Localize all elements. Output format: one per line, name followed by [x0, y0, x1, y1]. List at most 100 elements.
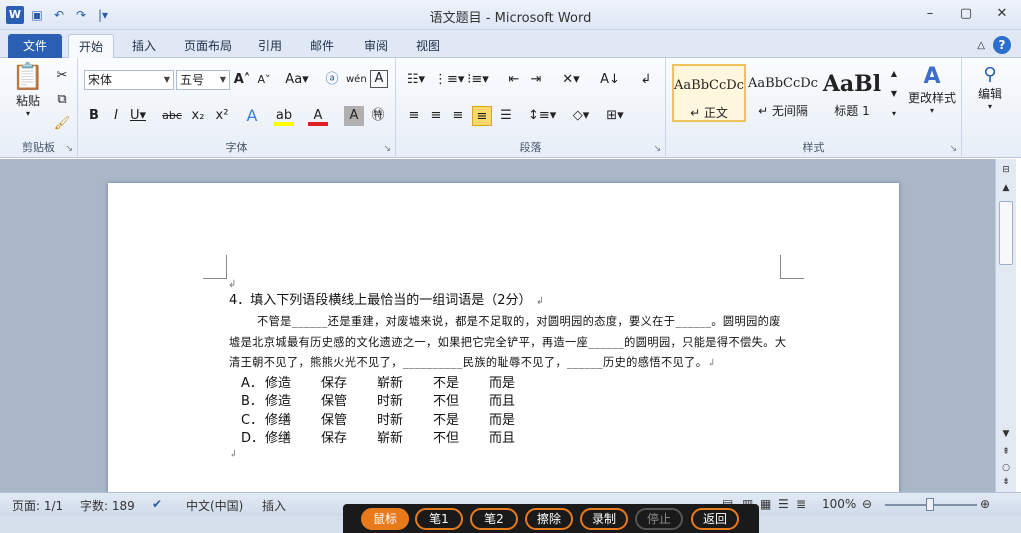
- minimize-button[interactable]: –: [919, 4, 941, 24]
- status-insert-mode[interactable]: 插入: [262, 497, 286, 514]
- font-launcher-icon[interactable]: ↘: [383, 144, 391, 154]
- clear-formatting-icon[interactable]: ⓐ: [322, 70, 342, 90]
- outline-view-icon[interactable]: ☰: [778, 497, 789, 511]
- tab-page-layout[interactable]: 页面布局: [174, 34, 242, 58]
- proofing-icon[interactable]: ✔: [152, 497, 162, 511]
- style-heading-1[interactable]: AaBl 标题 1: [818, 64, 886, 122]
- tab-file[interactable]: 文件: [8, 34, 62, 58]
- bold-icon[interactable]: B: [84, 106, 104, 126]
- styles-launcher-icon[interactable]: ↘: [949, 144, 957, 154]
- format-painter-icon[interactable]: 🖌: [52, 114, 72, 134]
- asian-layout-icon[interactable]: ✕▾: [558, 70, 584, 90]
- zoom-level[interactable]: 100%: [822, 497, 856, 511]
- record-button[interactable]: 录制: [580, 508, 628, 530]
- zoom-out-icon[interactable]: ⊖: [862, 497, 872, 511]
- cut-icon[interactable]: ✂: [52, 66, 72, 86]
- editing-button[interactable]: ⚲ 编辑 ▾: [968, 64, 1012, 111]
- grow-font-icon[interactable]: A˄: [232, 70, 252, 90]
- font-name-select[interactable]: 宋体 ▼: [84, 70, 174, 90]
- paragraph-launcher-icon[interactable]: ↘: [653, 144, 661, 154]
- borders-icon[interactable]: ⊞▾: [602, 106, 628, 126]
- clipboard-group: 📋 粘贴 ▾ ✂ ⧉ 🖌 剪贴板 ↘: [0, 58, 78, 158]
- status-page[interactable]: 页面: 1/1: [12, 497, 63, 514]
- ribbon: 📋 粘贴 ▾ ✂ ⧉ 🖌 剪贴板 ↘ 宋体 ▼ 五号 ▼ A˄ A˅ Aa▾ ⓐ w…: [0, 58, 1021, 158]
- styles-scroll-up-icon[interactable]: ▲: [888, 64, 900, 84]
- tab-home[interactable]: 开始: [68, 34, 115, 59]
- document-page[interactable]: ↲ 4．填入下列语段横线上最恰当的一组词语是（2分） ↲ 不管是______还是…: [108, 183, 899, 492]
- tab-insert[interactable]: 插入: [122, 34, 166, 58]
- enclose-characters-icon[interactable]: ㊕: [368, 106, 388, 126]
- tab-view[interactable]: 视图: [406, 34, 450, 58]
- web-layout-view-icon[interactable]: ▦: [760, 497, 771, 511]
- style-normal[interactable]: AaBbCcDc ↵ 正文: [672, 64, 746, 122]
- pen1-tool-button[interactable]: 笔1: [415, 508, 463, 530]
- numbering-icon[interactable]: ⋮≡▾: [434, 70, 464, 90]
- decrease-indent-icon[interactable]: ⇤: [504, 70, 524, 90]
- styles-more-icon[interactable]: ▾: [888, 104, 900, 124]
- styles-scroll-down-icon[interactable]: ▼: [888, 84, 900, 104]
- scroll-up-icon[interactable]: ▲: [996, 183, 1016, 193]
- vertical-scrollbar[interactable]: ⊟ ▲ ▼ ⇞ ○ ⇟: [995, 159, 1016, 492]
- highlight-color-icon[interactable]: ab: [274, 106, 294, 126]
- bullets-icon[interactable]: ☷▾: [404, 70, 428, 90]
- phonetic-guide-icon[interactable]: wén: [346, 70, 367, 90]
- change-case-icon[interactable]: Aa▾: [284, 70, 310, 90]
- line-spacing-icon[interactable]: ↕≡▾: [528, 106, 556, 126]
- superscript-icon[interactable]: x²: [212, 106, 232, 126]
- tab-references[interactable]: 引用: [248, 34, 292, 58]
- character-border-icon[interactable]: A: [370, 70, 388, 88]
- scroll-thumb[interactable]: [999, 201, 1013, 265]
- scroll-down-icon[interactable]: ▼: [996, 429, 1016, 439]
- align-right-icon[interactable]: ≡: [448, 106, 468, 126]
- status-word-count[interactable]: 字数: 189: [80, 497, 135, 514]
- text-effects-icon[interactable]: A: [242, 106, 262, 126]
- draft-view-icon[interactable]: ≣: [796, 497, 806, 511]
- style-no-spacing[interactable]: AaBbCcDc ↵ 无间隔: [746, 64, 820, 122]
- document-area[interactable]: ↲ 4．填入下列语段横线上最恰当的一组词语是（2分） ↲ 不管是______还是…: [0, 159, 995, 492]
- window-title: 语文题目 - Microsoft Word: [429, 11, 592, 26]
- show-hide-marks-icon[interactable]: ↲: [636, 70, 656, 90]
- tab-review[interactable]: 审阅: [354, 34, 398, 58]
- paste-button[interactable]: 📋 粘贴 ▾: [10, 62, 46, 118]
- increase-indent-icon[interactable]: ⇥: [526, 70, 546, 90]
- stop-button[interactable]: 停止: [635, 508, 683, 530]
- align-center-icon[interactable]: ≡: [426, 106, 446, 126]
- zoom-in-icon[interactable]: ⊕: [980, 497, 990, 511]
- font-color-icon[interactable]: A: [308, 106, 328, 126]
- minimize-ribbon-icon[interactable]: △: [977, 40, 985, 51]
- zoom-slider-knob[interactable]: [926, 498, 934, 511]
- erase-tool-button[interactable]: 擦除: [525, 508, 573, 530]
- find-binoculars-icon: ⚲: [983, 64, 997, 85]
- previous-page-icon[interactable]: ⇞: [996, 447, 1016, 457]
- shrink-font-icon[interactable]: A˅: [254, 70, 274, 90]
- next-page-icon[interactable]: ⇟: [996, 477, 1016, 487]
- sort-icon[interactable]: A↓: [600, 70, 620, 90]
- font-size-value: 五号: [180, 73, 205, 87]
- window-controls: – ▢ ✕: [919, 4, 1013, 24]
- multilevel-list-icon[interactable]: ⁝≡▾: [466, 70, 490, 90]
- change-styles-button[interactable]: A 更改样式 ▾: [904, 64, 960, 115]
- strikethrough-icon[interactable]: abc: [160, 106, 184, 126]
- select-browse-object-icon[interactable]: ○: [996, 463, 1016, 473]
- distributed-icon[interactable]: ☰: [496, 106, 516, 126]
- font-size-select[interactable]: 五号 ▼: [176, 70, 230, 90]
- clipboard-launcher-icon[interactable]: ↘: [65, 144, 73, 154]
- copy-icon[interactable]: ⧉: [52, 90, 72, 110]
- style-normal-name: ↵ 正文: [690, 106, 728, 120]
- italic-icon[interactable]: I: [106, 106, 126, 126]
- tab-mailings[interactable]: 邮件: [300, 34, 344, 58]
- align-left-icon[interactable]: ≡: [404, 106, 424, 126]
- justify-icon[interactable]: ≡: [472, 106, 492, 126]
- mouse-tool-button[interactable]: 鼠标: [361, 508, 409, 530]
- close-button[interactable]: ✕: [991, 4, 1013, 24]
- subscript-icon[interactable]: x₂: [188, 106, 208, 126]
- back-button[interactable]: 返回: [691, 508, 739, 530]
- status-language[interactable]: 中文(中国): [186, 497, 243, 514]
- underline-icon[interactable]: U▾: [128, 106, 148, 126]
- pen2-tool-button[interactable]: 笔2: [470, 508, 518, 530]
- character-shading-icon[interactable]: A: [344, 106, 364, 126]
- shading-icon[interactable]: ◇▾: [568, 106, 594, 126]
- ruler-toggle-icon[interactable]: ⊟: [996, 165, 1016, 175]
- help-icon[interactable]: ?: [993, 36, 1011, 54]
- maximize-button[interactable]: ▢: [955, 4, 977, 24]
